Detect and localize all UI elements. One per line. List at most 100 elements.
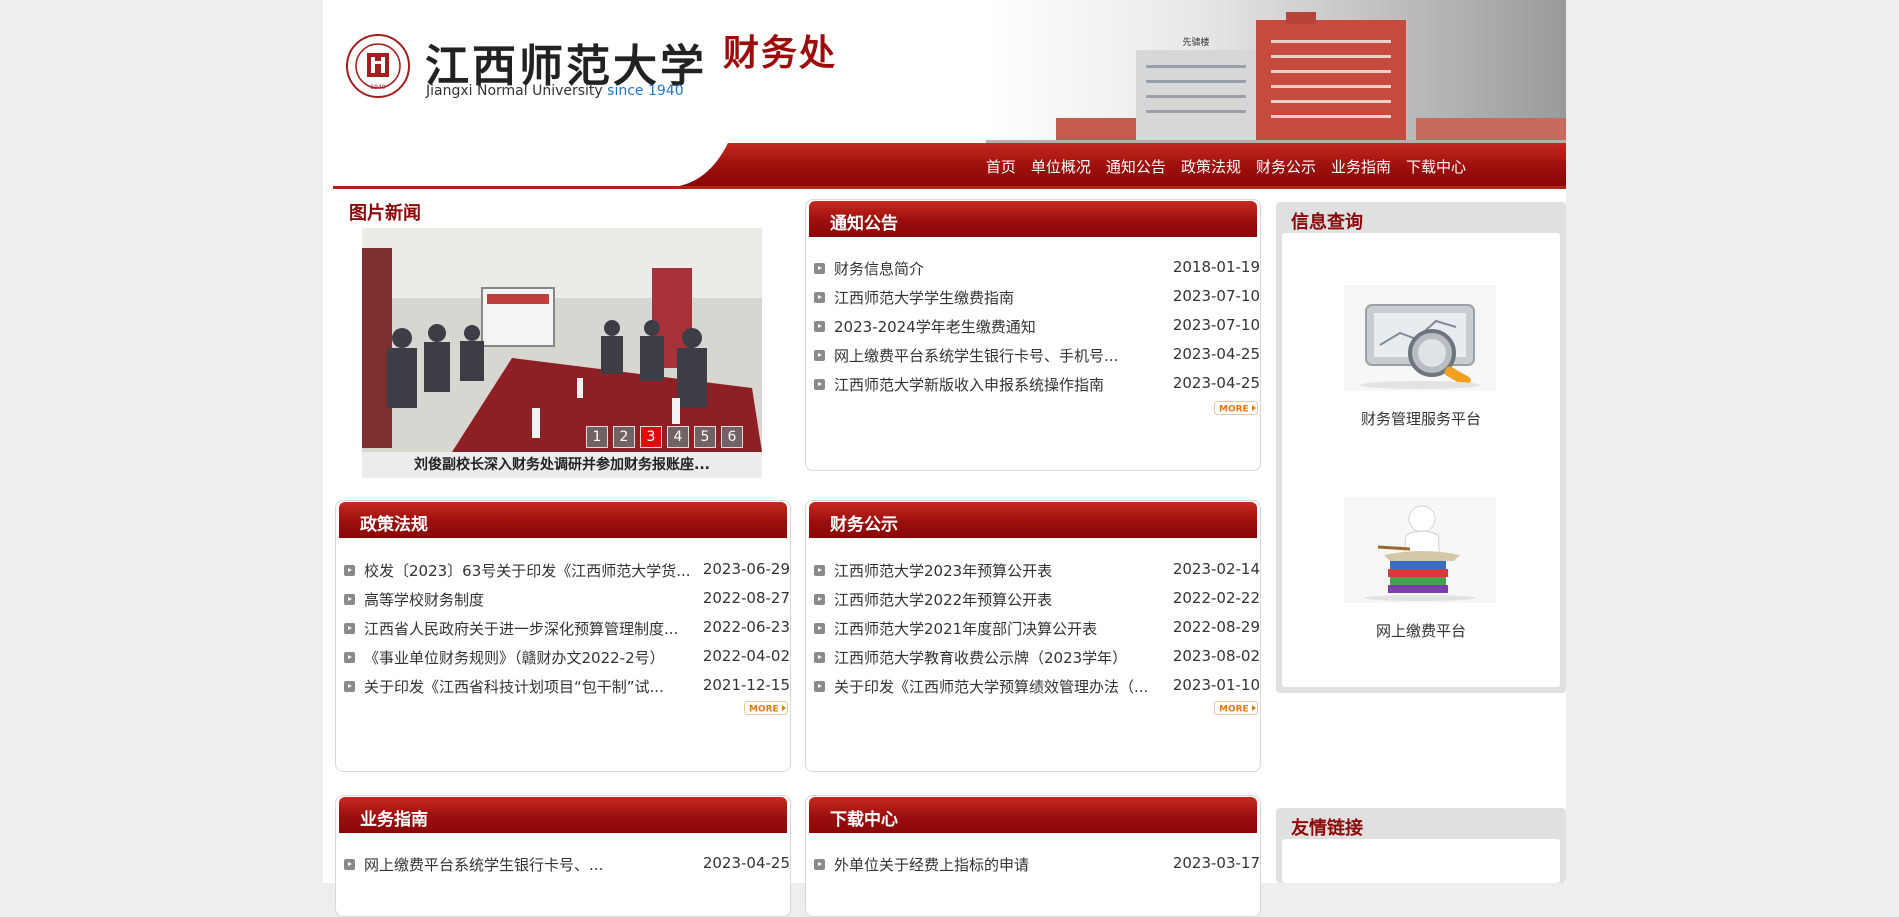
list-item[interactable]: 关于印发《江西省科技计划项目“包干制”试... 2021-12-15 [344,676,790,705]
more-label: MORE [1219,705,1249,715]
main-nav: 首页 单位概况 通知公告 政策法规 财务公示 业务指南 下载中心 [333,143,1566,190]
item-title[interactable]: 江西师范大学2021年度部门决算公开表 [834,618,1097,639]
notices-panel: 通知公告 财务信息简介 2018-01-19 江西师范大学学生缴费指南 2023-0… [805,199,1261,471]
slider-pager: 1 2 3 4 5 6 [586,426,743,448]
item-title[interactable]: 校发〔2023〕63号关于印发《江西师范大学货... [364,560,691,581]
news-caption[interactable]: 刘俊副校长深入财务处调研并参加财务报账座... [414,457,710,473]
nav-downloads[interactable]: 下载中心 [1406,156,1466,177]
nav-notices[interactable]: 通知公告 [1106,156,1166,177]
list-item[interactable]: 江西师范大学2021年度部门决算公开表 2022-08-29 [814,618,1260,647]
nav-disclosure[interactable]: 财务公示 [1256,156,1316,177]
seal-year: 1940 [370,84,385,91]
item-title[interactable]: 2023-2024学年老生缴费通知 [834,316,1036,337]
nav-about[interactable]: 单位概况 [1031,156,1091,177]
item-title[interactable]: 外单位关于经费上指标的申请 [834,854,1029,875]
list-item[interactable]: 《事业单位财务规则》（赣财办文2022-2号） 2022-04-02 [344,647,790,676]
list-item[interactable]: 江西师范大学教育收费公示牌（2023学年） 2023-08-02 [814,647,1260,676]
slider-page-2[interactable]: 2 [613,426,635,448]
friend-links-inner [1282,839,1560,883]
item-title[interactable]: 江西师范大学教育收费公示牌（2023学年） [834,647,1127,668]
nav-policies[interactable]: 政策法规 [1181,156,1241,177]
item-title[interactable]: 江西师范大学学生缴费指南 [834,287,1014,308]
bullet-icon [814,321,825,332]
news-photo[interactable] [362,228,762,452]
list-item[interactable]: 江西师范大学学生缴费指南 2023-07-10 [814,287,1260,316]
item-title[interactable]: 江西师范大学2023年预算公开表 [834,560,1052,581]
item-date: 2022-02-22 [1172,589,1260,607]
item-title[interactable]: 江西师范大学2022年预算公开表 [834,589,1052,610]
disclosure-more-button[interactable]: MORE [1214,701,1258,715]
item-date: 2021-12-15 [702,676,790,694]
item-date: 2023-04-25 [702,854,790,872]
item-date: 2023-07-10 [1172,316,1260,334]
list-item[interactable]: 2023-2024学年老生缴费通知 2023-07-10 [814,316,1260,345]
list-item[interactable]: 江西师范大学2022年预算公开表 2022-02-22 [814,589,1260,618]
friend-links-title: 友情链接 [1291,818,1363,839]
list-item[interactable]: 高等学校财务制度 2022-08-27 [344,589,790,618]
more-label: MORE [1219,405,1249,415]
notices-list: 财务信息简介 2018-01-19 江西师范大学学生缴费指南 2023-07-10 … [814,258,1260,403]
bullet-icon [344,652,355,663]
nav-home[interactable]: 首页 [986,156,1016,177]
slider-page-6[interactable]: 6 [721,426,743,448]
item-title[interactable]: 网上缴费平台系统学生银行卡号、... [364,854,603,875]
disclosure-panel: 财务公示 江西师范大学2023年预算公开表 2023-02-14 江西师范大学20… [805,500,1261,772]
info-query-title: 信息查询 [1291,212,1363,233]
bullet-icon [814,292,825,303]
slider-page-1[interactable]: 1 [586,426,608,448]
bullet-icon [814,263,825,274]
item-title[interactable]: 高等学校财务制度 [364,589,484,610]
item-title[interactable]: 网上缴费平台系统学生银行卡号、手机号... [834,345,1118,366]
downloads-title: 下载中心 [830,810,898,830]
list-item[interactable]: 江西师范大学新版收入申报系统操作指南 2023-04-25 [814,374,1260,403]
item-date: 2022-04-02 [702,647,790,665]
item-title[interactable]: 《事业单位财务规则》（赣财办文2022-2号） [364,647,665,668]
policies-list: 校发〔2023〕63号关于印发《江西师范大学货... 2023-06-29 高等学… [344,560,790,705]
list-item[interactable]: 财务信息简介 2018-01-19 [814,258,1260,287]
slider-page-3[interactable]: 3 [640,426,662,448]
item-title[interactable]: 江西师范大学新版收入申报系统操作指南 [834,374,1104,395]
online-payment-link[interactable]: 网上缴费平台 [1282,620,1560,641]
bullet-icon [344,623,355,634]
finance-platform-icon[interactable] [1344,285,1496,391]
item-title[interactable]: 关于印发《江西师范大学预算绩效管理办法（... [834,676,1148,697]
finance-platform-link[interactable]: 财务管理服务平台 [1282,408,1560,429]
nav-guide[interactable]: 业务指南 [1331,156,1391,177]
policies-more-button[interactable]: MORE [744,701,788,715]
guide-header: 业务指南 [339,797,787,833]
item-date: 2023-07-10 [1172,287,1260,305]
list-item[interactable]: 网上缴费平台系统学生银行卡号、手机号... 2023-04-25 [814,345,1260,374]
more-label: MORE [749,705,779,715]
since-year: since 1940 [607,83,684,99]
item-title[interactable]: 关于印发《江西省科技计划项目“包干制”试... [364,676,664,697]
list-item[interactable]: 江西师范大学2023年预算公开表 2023-02-14 [814,560,1260,589]
notices-header: 通知公告 [809,201,1257,237]
policies-panel: 政策法规 校发〔2023〕63号关于印发《江西师范大学货... 2023-06-2… [335,500,791,772]
slider-page-5[interactable]: 5 [694,426,716,448]
item-date: 2022-08-29 [1172,618,1260,636]
news-caption-bar: 刘俊副校长深入财务处调研并参加财务报账座... [362,452,762,478]
item-date: 2023-04-25 [1172,374,1260,392]
building-sign: 先骕楼 [1182,36,1209,48]
online-payment-icon[interactable] [1344,497,1496,603]
picture-news-title: 图片新闻 [349,203,421,224]
slider-page-4[interactable]: 4 [667,426,689,448]
item-date: 2023-04-25 [1172,345,1260,363]
list-item[interactable]: 外单位关于经费上指标的申请 2023-03-17 [814,854,1260,883]
bullet-icon [344,681,355,692]
nav-items: 首页 单位概况 通知公告 政策法规 财务公示 业务指南 下载中心 [986,156,1466,177]
bullet-icon [344,565,355,576]
item-title[interactable]: 财务信息简介 [834,258,924,279]
notices-more-button[interactable]: MORE [1214,401,1258,415]
list-item[interactable]: 网上缴费平台系统学生银行卡号、... 2023-04-25 [344,854,790,883]
university-seal-icon: 1940 [346,34,410,98]
info-query-inner: 财务管理服务平台 网上缴费平台 [1282,233,1560,687]
bullet-icon [814,565,825,576]
item-title[interactable]: 江西省人民政府关于进一步深化预算管理制度... [364,618,678,639]
list-item[interactable]: 江西省人民政府关于进一步深化预算管理制度... 2022-06-23 [344,618,790,647]
list-item[interactable]: 关于印发《江西师范大学预算绩效管理办法（... 2023-01-10 [814,676,1260,705]
list-item[interactable]: 校发〔2023〕63号关于印发《江西师范大学货... 2023-06-29 [344,560,790,589]
friend-links-box: 友情链接 [1276,808,1566,883]
disclosure-list: 江西师范大学2023年预算公开表 2023-02-14 江西师范大学2022年预算… [814,560,1260,705]
bullet-icon [814,681,825,692]
